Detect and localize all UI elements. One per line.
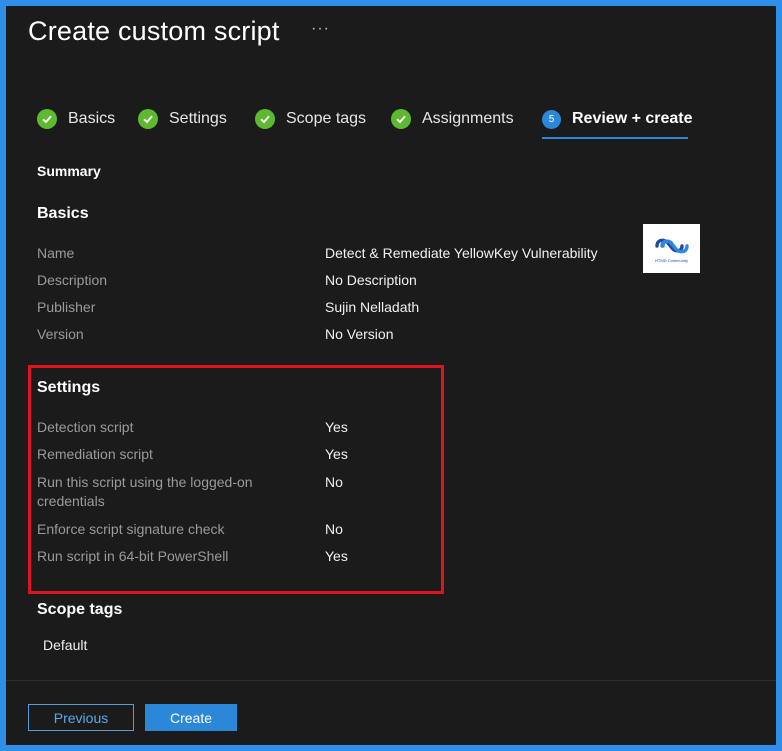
remediation-script-value: Yes bbox=[325, 446, 348, 462]
tab-assignments[interactable]: Assignments bbox=[391, 106, 514, 132]
detection-script-value: Yes bbox=[325, 419, 348, 435]
check-icon bbox=[138, 109, 158, 129]
basics-heading: Basics bbox=[37, 205, 89, 222]
htmd-community-logo: HTMD Community bbox=[643, 224, 700, 273]
tab-basics[interactable]: Basics bbox=[37, 106, 115, 132]
description-label: Description bbox=[37, 272, 108, 288]
previous-button[interactable]: Previous bbox=[28, 704, 134, 731]
name-label: Name bbox=[37, 245, 75, 261]
logo-caption: HTMD Community bbox=[655, 257, 688, 263]
step-label: Settings bbox=[169, 110, 227, 127]
scope-tag-value: Default bbox=[43, 637, 88, 653]
version-value: No Version bbox=[325, 326, 394, 342]
step-label: Review + create bbox=[572, 110, 693, 127]
publisher-value: Sujin Nelladath bbox=[325, 299, 420, 315]
create-button[interactable]: Create bbox=[145, 704, 237, 731]
step-label: Basics bbox=[68, 110, 116, 127]
active-tab-indicator bbox=[542, 137, 688, 139]
check-icon bbox=[391, 109, 411, 129]
tab-review-create[interactable]: 5 Review + create bbox=[542, 106, 693, 132]
check-icon bbox=[255, 109, 275, 129]
wizard-steps: Basics Settings Scope tags Assignments 5… bbox=[37, 106, 737, 146]
64bit-powershell-label: Run script in 64-bit PowerShell bbox=[37, 548, 229, 564]
detection-script-label: Detection script bbox=[37, 419, 134, 435]
step-number-badge: 5 bbox=[542, 109, 561, 129]
logged-on-credentials-value: No bbox=[325, 474, 343, 490]
step-label: Scope tags bbox=[286, 110, 367, 127]
remediation-script-label: Remediation script bbox=[37, 446, 153, 462]
signature-check-value: No bbox=[325, 521, 343, 537]
version-label: Version bbox=[37, 326, 84, 342]
description-value: No Description bbox=[325, 272, 417, 288]
name-value: Detect & Remediate YellowKey Vulnerabili… bbox=[325, 245, 598, 261]
create-custom-script-blade: Create custom script ··· Basics Settings… bbox=[6, 6, 776, 745]
signature-check-label: Enforce script signature check bbox=[37, 521, 225, 537]
settings-heading: Settings bbox=[37, 379, 101, 396]
publisher-label: Publisher bbox=[37, 299, 96, 315]
64bit-powershell-value: Yes bbox=[325, 548, 348, 564]
scope-tags-heading: Scope tags bbox=[37, 601, 123, 618]
tab-scope-tags[interactable]: Scope tags bbox=[255, 106, 366, 132]
logged-on-credentials-label: Run this script using the logged-on cred… bbox=[37, 474, 253, 509]
summary-heading: Summary bbox=[37, 163, 101, 179]
more-options-icon[interactable]: ··· bbox=[311, 20, 330, 38]
chain-link-icon bbox=[654, 238, 689, 253]
check-icon bbox=[37, 109, 57, 129]
footer-divider bbox=[6, 680, 776, 681]
tab-settings[interactable]: Settings bbox=[138, 106, 227, 132]
page-title: Create custom script bbox=[28, 16, 280, 46]
step-label: Assignments bbox=[422, 110, 514, 127]
